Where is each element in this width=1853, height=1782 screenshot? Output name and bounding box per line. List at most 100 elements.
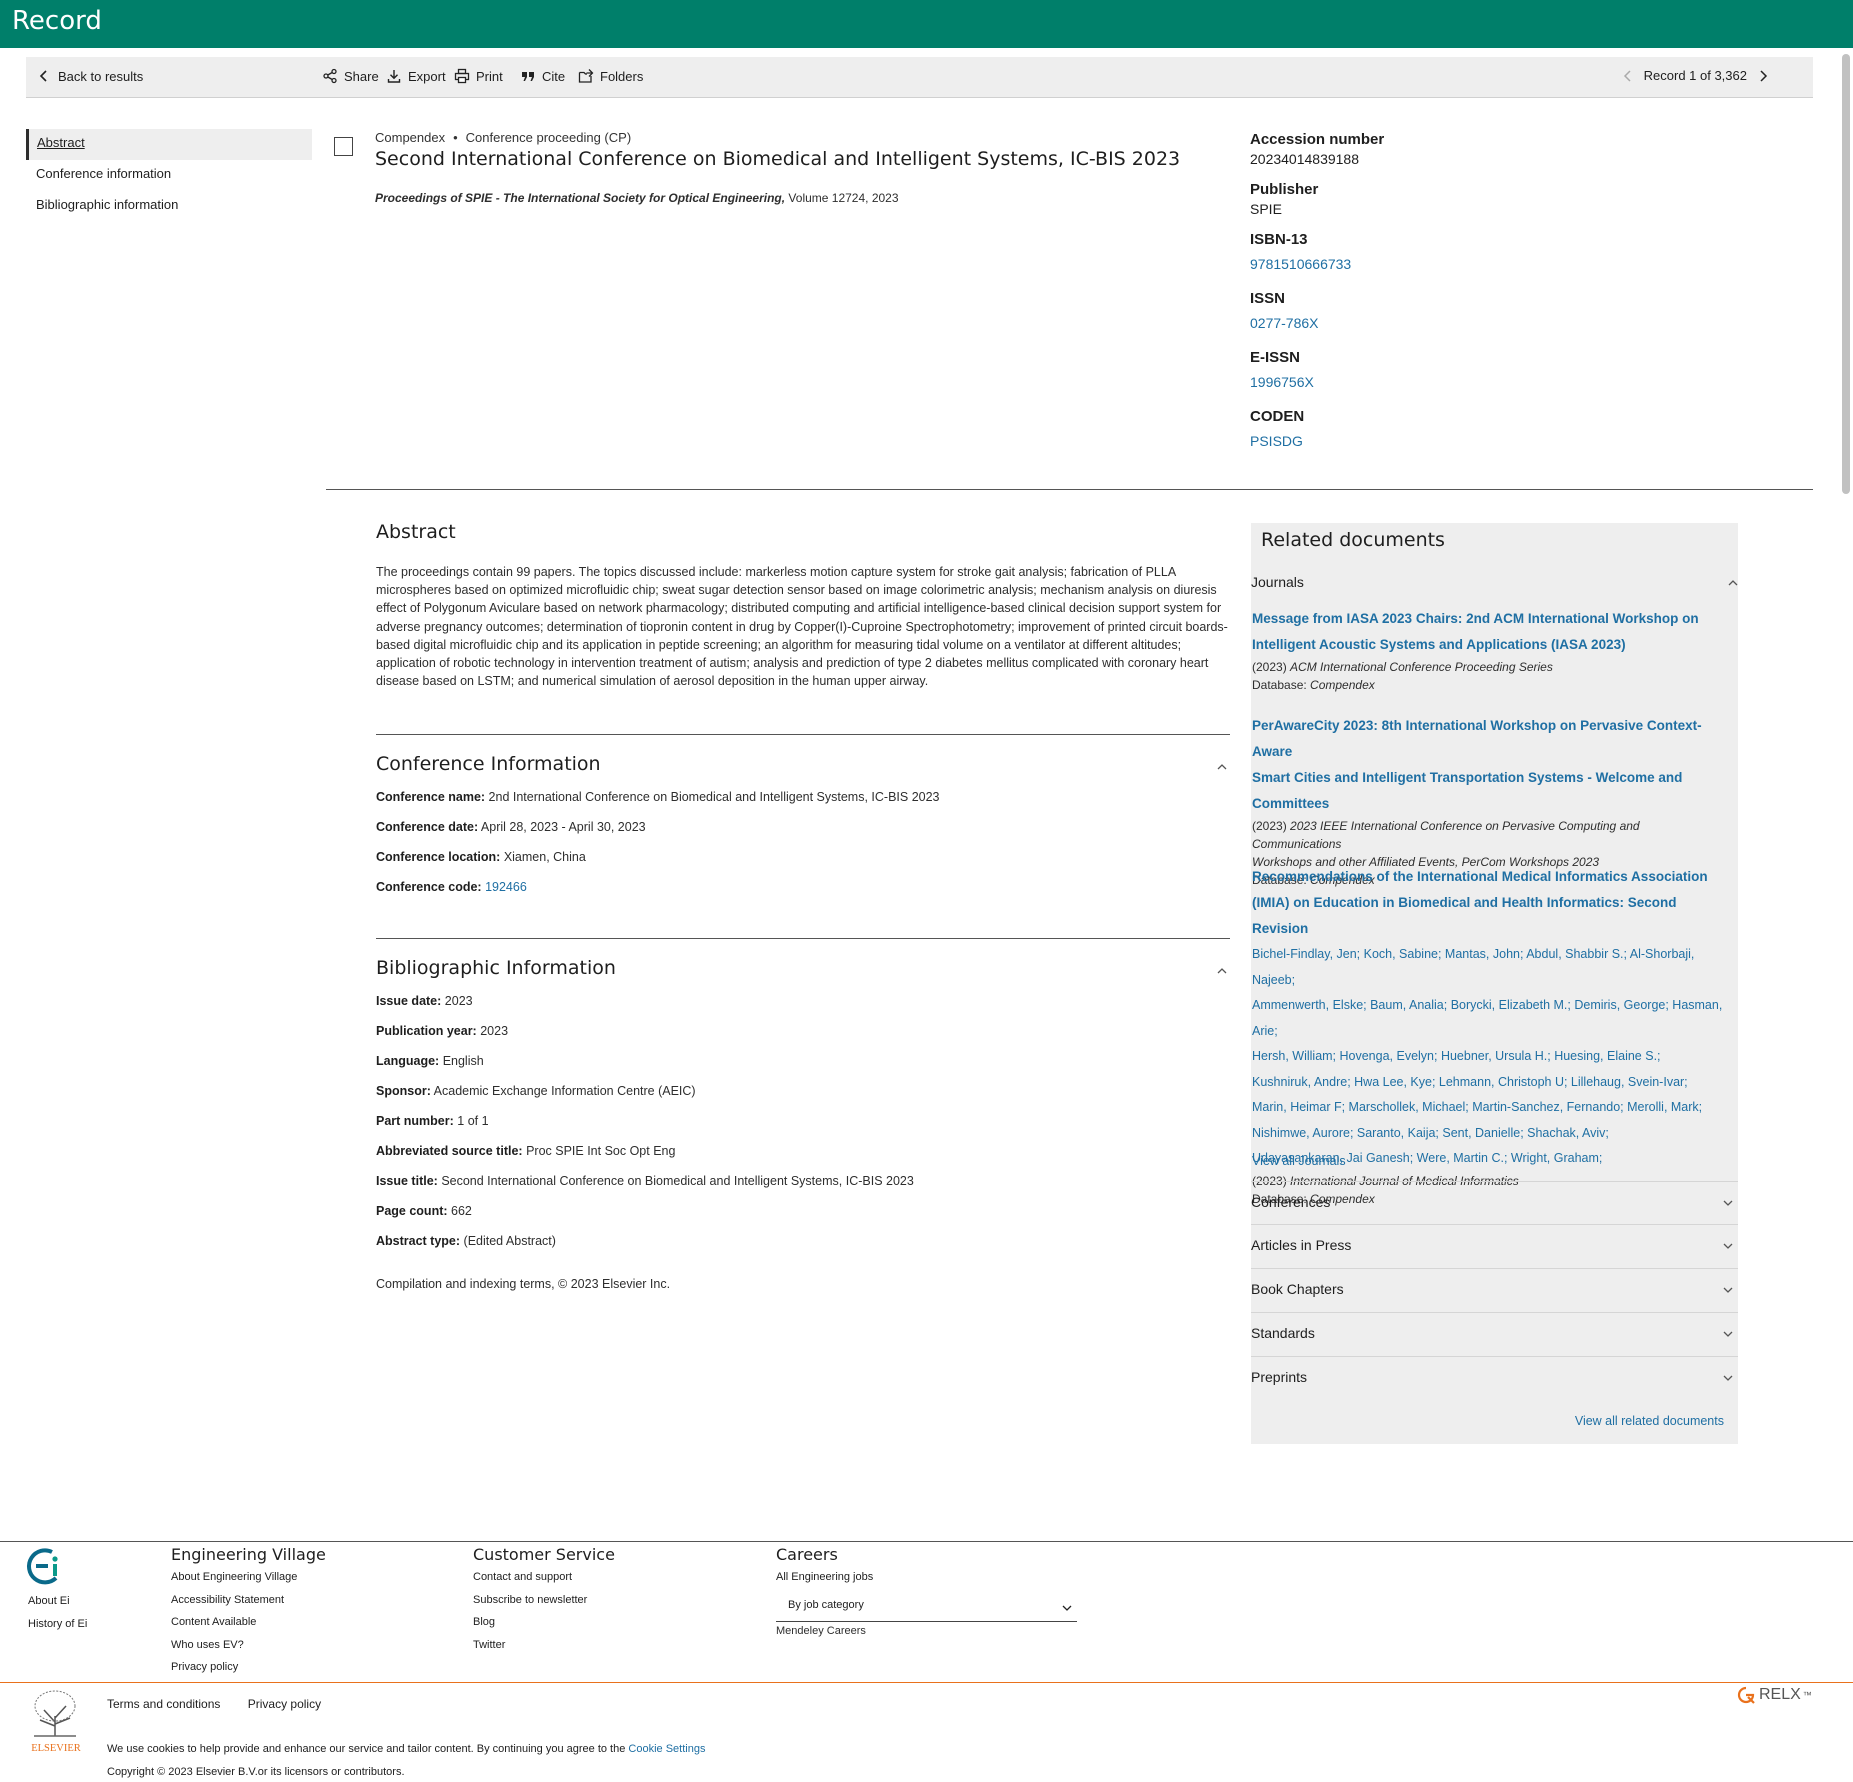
- author-line[interactable]: Nishimwe, Aurore; Saranto, Kaija; Sent, …: [1252, 1121, 1732, 1147]
- publisher-value: SPIE: [1250, 201, 1282, 217]
- part-number-field: Part number: 1 of 1: [376, 1114, 489, 1128]
- view-all-journals-link[interactable]: View all Journals: [1252, 1154, 1346, 1168]
- conference-date-field: Conference date: April 28, 2023 - April …: [376, 820, 646, 834]
- category-book-chapters[interactable]: Book Chapters: [1251, 1268, 1738, 1312]
- history-of-ei-link[interactable]: History of Ei: [28, 1618, 87, 1641]
- isbn-link[interactable]: 9781510666733: [1250, 256, 1580, 272]
- footer-link[interactable]: Blog: [473, 1616, 615, 1639]
- footer-link[interactable]: Contact and support: [473, 1571, 615, 1594]
- footer-link[interactable]: Subscribe to newsletter: [473, 1594, 615, 1617]
- author-line[interactable]: Marin, Heimar F; Marschollek, Michael; M…: [1252, 1095, 1732, 1121]
- coden-link[interactable]: PSISDG: [1250, 433, 1580, 449]
- share-button[interactable]: Share: [322, 68, 379, 84]
- field-value: (Edited Abstract): [463, 1234, 556, 1248]
- export-button[interactable]: Export: [386, 68, 446, 84]
- field-value: 2023: [480, 1024, 509, 1038]
- collapse-bibliographic-icon[interactable]: [1216, 965, 1228, 977]
- mendeley-careers-link[interactable]: Mendeley Careers: [776, 1625, 866, 1637]
- section-navigation: Abstract Conference information Bibliogr…: [26, 129, 312, 222]
- related-documents-panel: Related documents Journals Message from …: [1251, 523, 1738, 1444]
- back-to-results-button[interactable]: Back to results: [36, 68, 143, 84]
- related-doc-title[interactable]: Recommendations of the International Med…: [1252, 864, 1732, 942]
- author-line[interactable]: Hersh, William; Hovenga, Evelyn; Huebner…: [1252, 1044, 1732, 1070]
- footer-divider: [0, 1541, 1853, 1542]
- category-standards[interactable]: Standards: [1251, 1312, 1738, 1356]
- relx-logo[interactable]: RELX ™: [1737, 1686, 1812, 1704]
- conference-code-link[interactable]: 192466: [485, 880, 527, 894]
- category-label: Articles in Press: [1251, 1237, 1352, 1253]
- field-label: Page count:: [376, 1204, 448, 1218]
- terms-link[interactable]: Terms and conditions: [107, 1697, 220, 1711]
- footer-link[interactable]: Who uses EV?: [171, 1639, 326, 1662]
- elsevier-logo[interactable]: ELSEVIER: [26, 1688, 86, 1756]
- job-category-value: By job category: [788, 1599, 864, 1611]
- print-button[interactable]: Print: [454, 68, 503, 84]
- chevron-down-icon: [1723, 1287, 1733, 1293]
- author-line[interactable]: Bichel-Findlay, Jen; Koch, Sabine; Manta…: [1252, 942, 1732, 993]
- about-ei-link[interactable]: About Ei: [28, 1595, 87, 1618]
- footer-link[interactable]: Accessibility Statement: [171, 1594, 326, 1617]
- privacy-link[interactable]: Privacy policy: [248, 1697, 321, 1711]
- nav-bibliographic-information[interactable]: Bibliographic information: [26, 191, 312, 222]
- author-line[interactable]: Kushniruk, Andre; Hwa Lee, Kye; Lehmann,…: [1252, 1070, 1732, 1096]
- field-value: Second International Conference on Biome…: [441, 1174, 914, 1188]
- cookie-settings-link[interactable]: Cookie Settings: [628, 1743, 705, 1755]
- folder-add-icon: [578, 69, 594, 83]
- collapse-journals-icon[interactable]: [1727, 577, 1739, 589]
- elsevier-wordmark: ELSEVIER: [31, 1743, 81, 1754]
- eissn-link[interactable]: 1996756X: [1250, 374, 1580, 390]
- related-doc-title[interactable]: Message from IASA 2023 Chairs: 2nd ACM I…: [1252, 606, 1732, 658]
- document-type-label: Conference proceeding (CP): [465, 130, 632, 145]
- footer-link[interactable]: Privacy policy: [171, 1661, 326, 1684]
- related-doc-database: Database: Compendex: [1252, 676, 1732, 694]
- category-articles-in-press[interactable]: Articles in Press: [1251, 1224, 1738, 1268]
- scrollbar-thumb[interactable]: [1842, 54, 1850, 494]
- category-conferences[interactable]: Conferences: [1251, 1181, 1738, 1225]
- chevron-left-icon: [39, 70, 47, 82]
- conference-date-value: April 28, 2023 - April 30, 2023: [480, 820, 646, 834]
- next-record-icon[interactable]: [1757, 69, 1769, 83]
- related-doc-title[interactable]: PerAwareCity 2023: 8th International Wor…: [1252, 713, 1732, 817]
- relx-trademark: ™: [1802, 1690, 1812, 1700]
- download-icon: [387, 70, 401, 83]
- ei-logo[interactable]: [26, 1546, 66, 1586]
- record-metadata: Accession number 20234014839188 Publishe…: [1250, 131, 1580, 463]
- select-record-checkbox[interactable]: [334, 137, 353, 156]
- footer-customer-service: Customer Service Contact and support Sub…: [473, 1545, 615, 1661]
- bibliographic-heading: Bibliographic Information: [376, 957, 616, 979]
- relx-wordmark: RELX: [1759, 1686, 1801, 1703]
- doc-source: ACM International Conference Proceeding …: [1290, 660, 1553, 674]
- category-preprints[interactable]: Preprints: [1251, 1356, 1738, 1400]
- view-all-related-link[interactable]: View all related documents: [1575, 1414, 1724, 1428]
- indexing-copyright: Compilation and indexing terms, © 2023 E…: [376, 1277, 671, 1291]
- footer-link[interactable]: Content Available: [171, 1616, 326, 1639]
- nav-abstract[interactable]: Abstract: [26, 129, 312, 160]
- footer-link[interactable]: All Engineering jobs: [776, 1571, 873, 1594]
- job-category-select[interactable]: By job category: [776, 1593, 1077, 1622]
- issn-link[interactable]: 0277-786X: [1250, 315, 1580, 331]
- conference-name-value: 2nd International Conference on Biomedic…: [488, 790, 940, 804]
- previous-record-icon[interactable]: [1622, 69, 1634, 83]
- record-title: Second International Conference on Biome…: [375, 148, 1181, 170]
- database-name: Compendex: [375, 130, 446, 145]
- conference-divider: [376, 938, 1230, 939]
- document-type: Compendex • Conference proceeding (CP): [375, 130, 632, 145]
- header-divider: [326, 489, 1813, 490]
- field-value: 1 of 1: [457, 1114, 489, 1128]
- journals-heading[interactable]: Journals: [1251, 574, 1304, 590]
- footer-link[interactable]: About Engineering Village: [171, 1571, 326, 1594]
- collapse-conference-icon[interactable]: [1216, 761, 1228, 773]
- cite-button[interactable]: Cite: [520, 68, 565, 84]
- record-navigation: Record 1 of 3,362: [1622, 68, 1769, 83]
- folders-button[interactable]: Folders: [578, 68, 643, 84]
- author-line[interactable]: Ammenwerth, Elske; Baum, Analia; Borycki…: [1252, 993, 1732, 1044]
- nav-conference-information[interactable]: Conference information: [26, 160, 312, 191]
- footer-link[interactable]: Twitter: [473, 1639, 615, 1662]
- cookie-text: We use cookies to help provide and enhan…: [107, 1743, 626, 1755]
- conference-code-field: Conference code: 192466: [376, 880, 527, 894]
- record-toolbar: Back to results Share Export Print Cite …: [26, 57, 1813, 98]
- accession-label: Accession number: [1250, 131, 1385, 148]
- footer-heading: Careers: [776, 1545, 838, 1564]
- field-label: Issue date:: [376, 994, 442, 1008]
- related-doc-source: (2023) 2023 IEEE International Conferenc…: [1252, 817, 1732, 871]
